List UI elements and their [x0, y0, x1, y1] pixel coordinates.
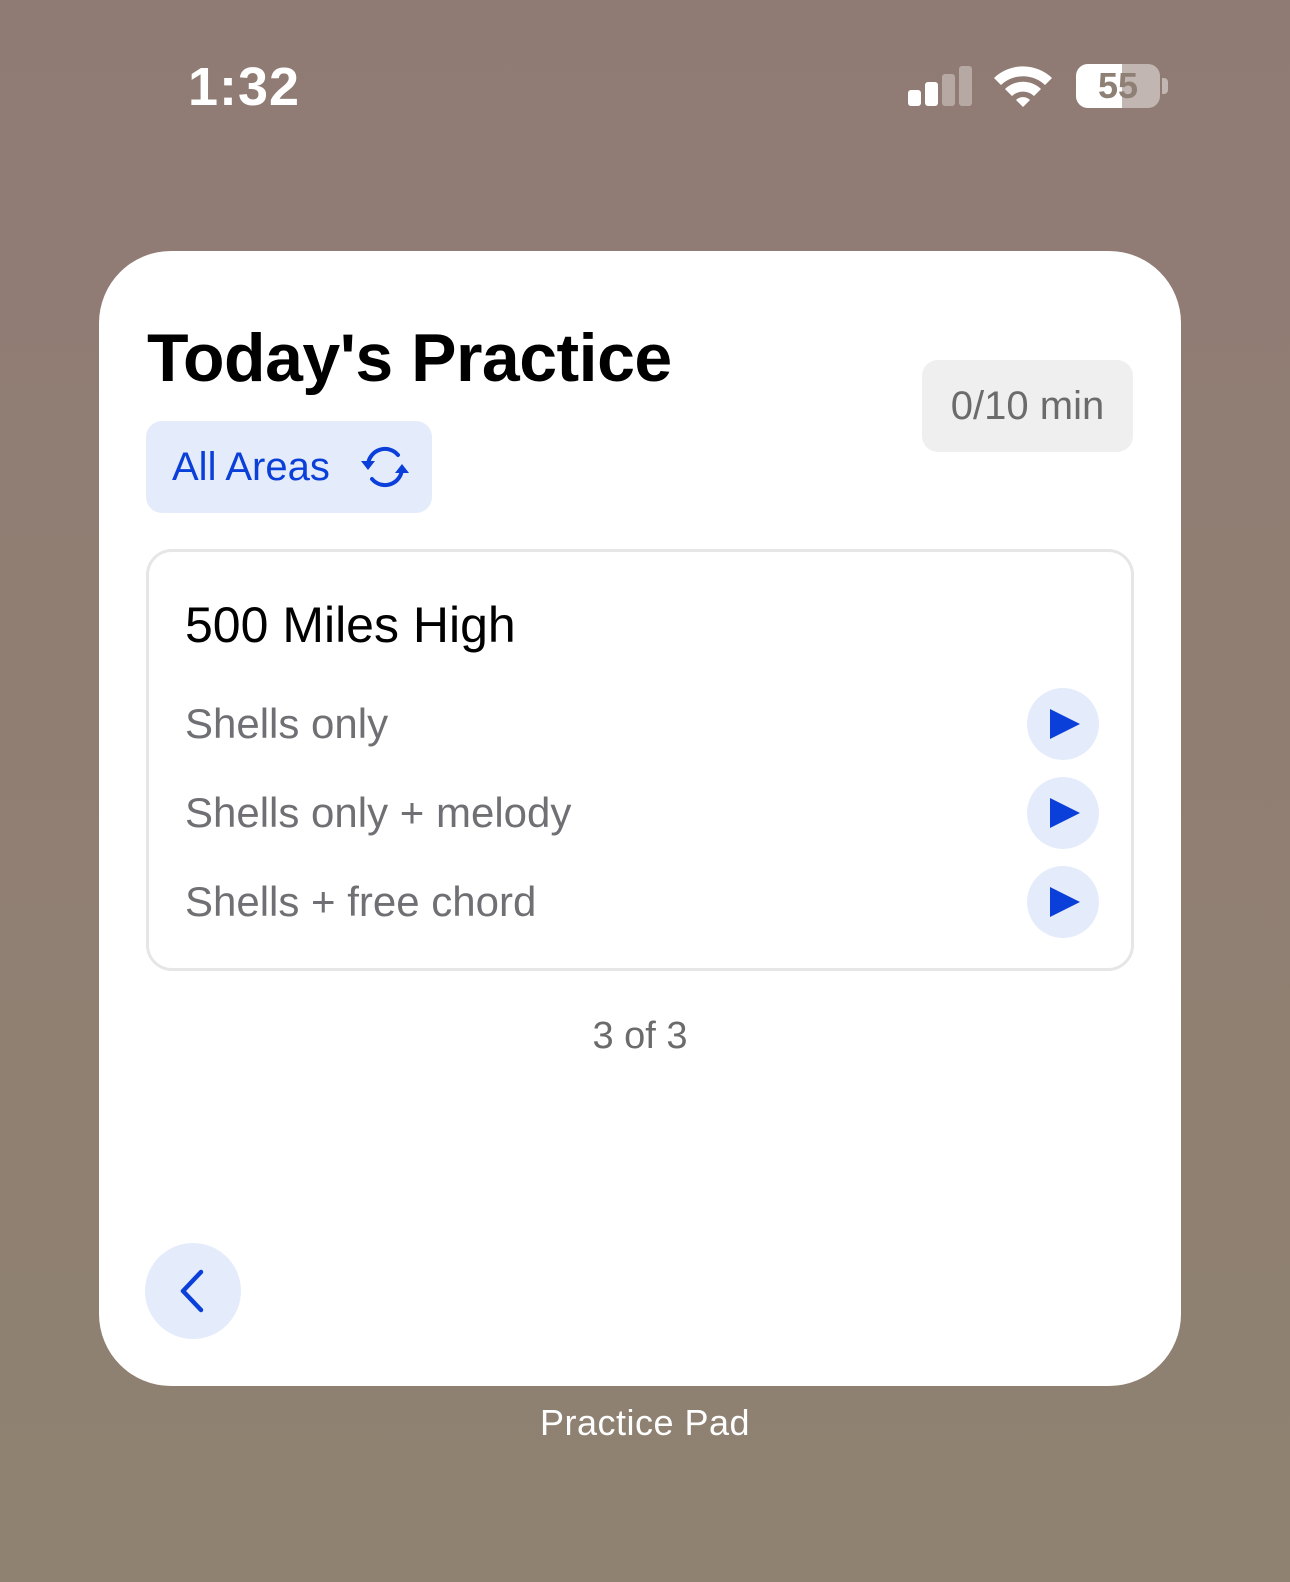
practice-widget[interactable]: Today's Practice All Areas 0/10 min 500 … — [99, 251, 1181, 1386]
play-button[interactable] — [1027, 777, 1099, 849]
area-filter-label: All Areas — [172, 444, 330, 489]
practice-time-badge: 0/10 min — [922, 360, 1133, 452]
exercise-row: Shells only — [149, 686, 1131, 766]
page-indicator: 3 of 3 — [592, 1015, 688, 1057]
card-title: 500 Miles High — [185, 597, 516, 653]
play-button[interactable] — [1027, 866, 1099, 938]
chevron-left-icon — [180, 1269, 204, 1313]
widget-caption: Practice Pad — [539, 1402, 751, 1443]
cellular-signal-icon — [908, 66, 974, 106]
wifi-icon — [994, 66, 1052, 107]
play-icon — [1050, 887, 1080, 917]
area-filter-button[interactable]: All Areas — [146, 421, 432, 513]
exercise-label: Shells only + melody — [185, 789, 572, 836]
exercise-label: Shells only — [185, 700, 389, 747]
exercise-label: Shells + free chord — [185, 878, 537, 925]
back-button[interactable] — [145, 1243, 241, 1339]
play-icon — [1050, 709, 1080, 739]
play-icon — [1050, 798, 1080, 828]
widget-title: Today's Practice — [147, 320, 672, 396]
status-time: 1:32 — [188, 57, 301, 117]
exercise-row: Shells + free chord — [149, 864, 1131, 944]
battery-level: 55 — [1097, 65, 1139, 106]
play-button[interactable] — [1027, 688, 1099, 760]
practice-card: 500 Miles High Shells only Shells only +… — [146, 549, 1134, 971]
battery-icon: 55 — [1076, 64, 1160, 108]
exercise-row: Shells only + melody — [149, 775, 1131, 855]
battery-cap — [1162, 78, 1168, 94]
refresh-icon — [361, 446, 409, 488]
